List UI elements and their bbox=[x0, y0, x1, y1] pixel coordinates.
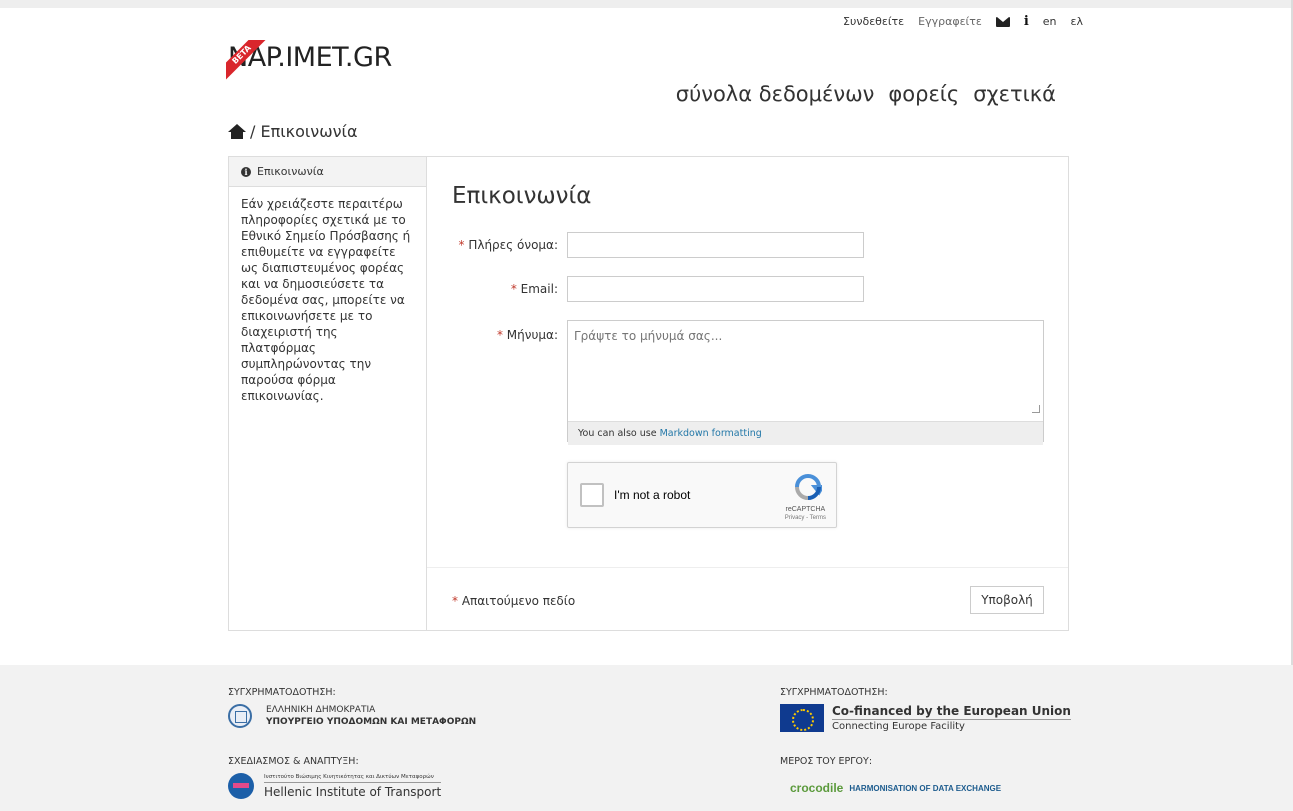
fullname-input[interactable] bbox=[567, 232, 864, 258]
hit-entity: Ινστιτούτο Βιώσιμης Κινητικότητας και Δι… bbox=[228, 773, 442, 799]
eu-entity: Co-financed by the European Union Connec… bbox=[780, 704, 1071, 732]
footer-design: ΣΧΕΔΙΑΣΜΟΣ & ΑΝΑΠΤΥΞΗ: Ινστιτούτο Βιώσιμ… bbox=[228, 756, 442, 799]
greek-seal-icon bbox=[228, 704, 252, 728]
envelope-icon[interactable] bbox=[995, 16, 1010, 27]
breadcrumb-current: / Επικοινωνία bbox=[250, 122, 358, 141]
beta-ribbon: BETA bbox=[226, 40, 266, 80]
design-heading: ΣΧΕΔΙΑΣΜΟΣ & ΑΝΑΠΤΥΞΗ: bbox=[228, 756, 359, 767]
lang-el-link[interactable]: ελ bbox=[1071, 15, 1083, 28]
info-icon[interactable]: i bbox=[1024, 14, 1029, 29]
main-nav: σύνολα δεδομένων φορείς σχετικά bbox=[676, 82, 1056, 106]
eu-line1: Co-financed by the European Union bbox=[832, 704, 1071, 720]
fullname-label-text: Πλήρες όνομα: bbox=[468, 238, 558, 252]
eu-flag-icon bbox=[780, 704, 824, 732]
hit-big-text: Hellenic Institute of Transport bbox=[264, 784, 442, 799]
sidebar-heading: i Επικοινωνία bbox=[229, 157, 426, 187]
recaptcha-label: I'm not a robot bbox=[614, 488, 691, 502]
required-note-text: Απαιτούμενο πεδίο bbox=[461, 594, 576, 608]
recaptcha-terms-link[interactable]: Privacy - Terms bbox=[785, 514, 826, 523]
register-link[interactable]: Εγγραφείτε bbox=[918, 15, 982, 28]
resize-handle-icon[interactable] bbox=[1032, 405, 1040, 413]
login-link[interactable]: Συνδεθείτε bbox=[843, 15, 904, 28]
hit-text: Ινστιτούτο Βιώσιμης Κινητικότητας και Δι… bbox=[264, 774, 442, 799]
form-area: Επικοινωνία * Πλήρες όνομα: * Email: * Μ… bbox=[427, 157, 1068, 630]
footer-cofund-left: ΣΥΓΧΡΗΜΑΤΟΔΟΤΗΣΗ: ΕΛΛΗΝΙΚΗ ΔΗΜΟΚΡΑΤΙΑ ΥΠ… bbox=[228, 687, 476, 728]
eu-line2: Connecting Europe Facility bbox=[832, 721, 965, 732]
beta-label: BETA bbox=[226, 40, 266, 80]
email-label-text: Email: bbox=[520, 282, 558, 296]
part-of-heading: ΜΕΡΟΣ ΤΟΥ ΕΡΓΟΥ: bbox=[780, 756, 873, 767]
footer-part-of: ΜΕΡΟΣ ΤΟΥ ΕΡΓΟΥ: crocodile HARMONISATION… bbox=[780, 756, 1001, 795]
submit-button[interactable]: Υποβολή bbox=[970, 586, 1044, 614]
message-label-text: Μήνυμα: bbox=[506, 328, 558, 342]
eu-text: Co-financed by the European Union Connec… bbox=[832, 704, 1071, 732]
cofund-right-heading: ΣΥΓΧΡΗΜΑΤΟΔΟΤΗΣΗ: bbox=[780, 687, 888, 698]
crocodile-entity: crocodile HARMONISATION OF DATA EXCHANGE bbox=[790, 781, 1001, 795]
required-note: * Απαιτούμενο πεδίο bbox=[452, 594, 575, 608]
required-mark: * bbox=[458, 238, 465, 252]
message-textarea[interactable] bbox=[568, 321, 1043, 417]
markdown-link[interactable]: Markdown formatting bbox=[660, 428, 762, 439]
top-bar: Συνδεθείτε Εγγραφείτε i en ελ bbox=[843, 14, 1083, 29]
nav-about[interactable]: σχετικά bbox=[973, 82, 1056, 106]
greek-ministry: ΕΛΛΗΝΙΚΗ ΔΗΜΟΚΡΑΤΙΑ ΥΠΟΥΡΓΕΙΟ ΥΠΟΔΟΜΩΝ Κ… bbox=[228, 704, 476, 728]
footer: ΣΥΓΧΡΗΜΑΤΟΔΟΤΗΣΗ: ΕΛΛΗΝΙΚΗ ΔΗΜΟΚΡΑΤΙΑ ΥΠ… bbox=[0, 665, 1293, 811]
recaptcha-icon bbox=[795, 474, 822, 500]
sidebar-title: Επικοινωνία bbox=[257, 165, 324, 178]
home-icon[interactable] bbox=[228, 123, 246, 140]
form-title: Επικοινωνία bbox=[452, 183, 592, 209]
email-input[interactable] bbox=[567, 276, 864, 302]
recaptcha-brand: reCAPTCHA Privacy - Terms bbox=[785, 505, 826, 523]
fullname-label: * Πλήρες όνομα: bbox=[459, 238, 559, 252]
crocodile-logo: crocodile bbox=[790, 781, 844, 795]
sidebar: i Επικοινωνία Εάν χρειάζεστε περαιτέρω π… bbox=[229, 157, 427, 630]
nav-datasets[interactable]: σύνολα δεδομένων bbox=[676, 82, 875, 106]
hit-logo-icon bbox=[228, 773, 254, 799]
nav-organizations[interactable]: φορείς bbox=[888, 82, 959, 106]
recaptcha-widget: I'm not a robot reCAPTCHA Privacy - Term… bbox=[567, 462, 837, 528]
info-circle-icon: i bbox=[241, 166, 251, 177]
top-strip bbox=[0, 0, 1293, 8]
message-wrapper: You can also use Markdown formatting bbox=[567, 320, 1044, 445]
form-footer: * Απαιτούμενο πεδίο Υποβολή bbox=[427, 567, 1068, 630]
recaptcha-checkbox[interactable] bbox=[580, 483, 604, 507]
crocodile-subtitle: HARMONISATION OF DATA EXCHANGE bbox=[849, 783, 1002, 793]
required-mark: * bbox=[496, 328, 503, 342]
cofund-left-heading: ΣΥΓΧΡΗΜΑΤΟΔΟΤΗΣΗ: bbox=[228, 687, 336, 698]
breadcrumb: / Επικοινωνία bbox=[228, 122, 358, 141]
required-mark: * bbox=[510, 282, 517, 296]
hit-small-text: Ινστιτούτο Βιώσιμης Κινητικότητας και Δι… bbox=[264, 774, 442, 783]
markdown-hint-text: You can also use bbox=[578, 428, 657, 439]
greek-ministry-line2: ΥΠΟΥΡΓΕΙΟ ΥΠΟΔΟΜΩΝ ΚΑΙ ΜΕΤΑΦΟΡΩΝ bbox=[266, 717, 477, 727]
email-label: * Email: bbox=[511, 282, 558, 296]
required-mark: * bbox=[452, 594, 458, 608]
contact-panel: i Επικοινωνία Εάν χρειάζεστε περαιτέρω π… bbox=[228, 156, 1069, 631]
message-label: * Μήνυμα: bbox=[497, 328, 558, 342]
greek-ministry-text: ΕΛΛΗΝΙΚΗ ΔΗΜΟΚΡΑΤΙΑ ΥΠΟΥΡΓΕΙΟ ΥΠΟΔΟΜΩΝ Κ… bbox=[266, 704, 476, 728]
recaptcha-brand-text: reCAPTCHA bbox=[785, 506, 826, 513]
greek-ministry-line1: ΕΛΛΗΝΙΚΗ ΔΗΜΟΚΡΑΤΙΑ bbox=[266, 705, 376, 715]
markdown-hint: You can also use Markdown formatting bbox=[568, 421, 1043, 445]
sidebar-text: Εάν χρειάζεστε περαιτέρω πληροφορίες σχε… bbox=[241, 197, 411, 403]
lang-en-link[interactable]: en bbox=[1043, 15, 1057, 28]
footer-cofund-right: ΣΥΓΧΡΗΜΑΤΟΔΟΤΗΣΗ: Co-financed by the Eur… bbox=[780, 687, 1071, 732]
